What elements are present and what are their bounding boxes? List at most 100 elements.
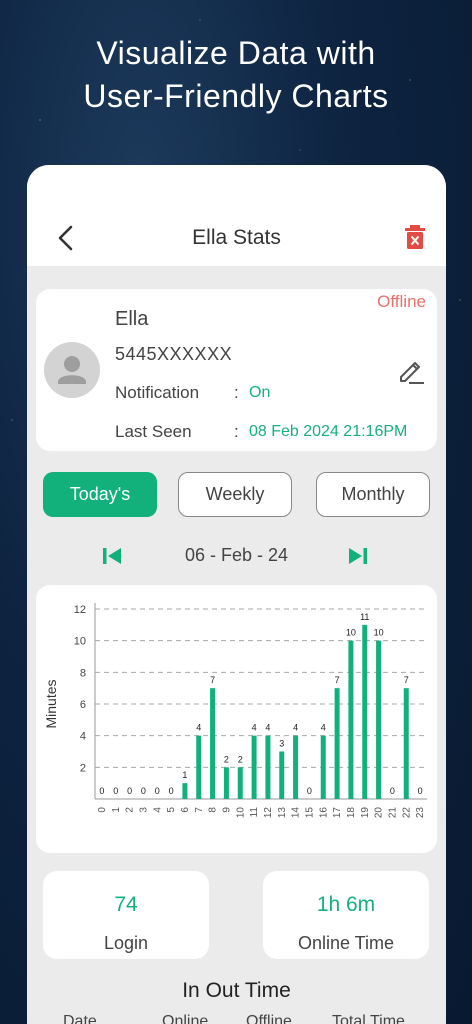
- data-label: 10: [374, 628, 384, 638]
- data-label: 0: [155, 786, 160, 796]
- x-tick-label: 23: [415, 807, 426, 819]
- bar: [223, 767, 229, 799]
- data-label: 7: [404, 675, 409, 685]
- in-out-time-title: In Out Time: [182, 979, 291, 1002]
- login-count: 74: [114, 893, 138, 916]
- app-screen: Ella Stats Offline Ella 5445XXXXXX Notif…: [27, 165, 446, 1024]
- user-placeholder-icon: [58, 356, 86, 384]
- last-page-icon[interactable]: [348, 546, 368, 566]
- headline-line-1: Visualize Data with: [96, 35, 376, 71]
- x-tick-label: 2: [125, 807, 136, 813]
- data-label: 7: [335, 675, 340, 685]
- y-tick-label: 8: [80, 667, 86, 679]
- data-label: 0: [141, 786, 146, 796]
- x-tick-label: 6: [180, 807, 191, 813]
- y-tick-label: 12: [74, 604, 86, 616]
- tab-monthly[interactable]: Monthly: [316, 472, 430, 517]
- data-label: 0: [418, 786, 423, 796]
- bar: [237, 767, 243, 799]
- bar: [320, 735, 326, 799]
- data-label: 3: [279, 739, 284, 749]
- data-label: 4: [196, 723, 201, 733]
- bar: [334, 688, 340, 799]
- data-label: 10: [346, 628, 356, 638]
- edit-pencil-icon[interactable]: [396, 355, 426, 385]
- chart-card: 2 4 6 8 10 12 Minutes 0 0 0 1 0 2 0 3 0 4 0 5 1 6 4 7 7 8 2 9 2 10 4 1…: [36, 585, 437, 853]
- online-time-stat-card: 1h 6m Online Time: [263, 871, 429, 959]
- promo-headline: Visualize Data with User-Friendly Charts: [0, 32, 472, 118]
- col-date: Date: [63, 1013, 97, 1024]
- bar: [279, 751, 285, 799]
- bar: [348, 640, 354, 799]
- bar: [362, 624, 368, 799]
- tab-weekly[interactable]: Weekly: [178, 472, 292, 517]
- x-tick-label: 3: [138, 807, 149, 813]
- data-label: 11: [360, 612, 369, 622]
- x-tick-label: 13: [277, 807, 288, 819]
- x-tick-label: 1: [111, 807, 122, 813]
- last-seen-label: Last Seen: [115, 422, 192, 441]
- x-tick-label: 21: [387, 807, 398, 819]
- notification-label: Notification: [115, 383, 200, 402]
- bar: [196, 735, 202, 799]
- bar: [403, 688, 409, 799]
- col-online: Online: [162, 1013, 209, 1024]
- y-tick-label: 4: [80, 731, 86, 743]
- x-tick-label: 5: [166, 807, 177, 813]
- x-tick-label: 10: [235, 807, 246, 819]
- y-tick-label: 10: [74, 636, 86, 648]
- data-label: 1: [182, 770, 187, 780]
- page-title: Ella Stats: [192, 226, 281, 249]
- last-seen-colon: :: [234, 422, 239, 441]
- x-tick-label: 20: [374, 807, 385, 819]
- notification-value: On: [249, 384, 271, 401]
- x-tick-label: 9: [221, 807, 232, 813]
- last-seen-value: 08 Feb 2024 21:16PM: [249, 423, 408, 440]
- status-badge: Offline: [377, 292, 426, 311]
- x-tick-label: 18: [346, 807, 357, 819]
- tab-todays[interactable]: Today's: [43, 472, 157, 517]
- top-app-bar: Ella Stats: [27, 165, 446, 266]
- data-label: 0: [390, 786, 395, 796]
- x-tick-label: 11: [249, 807, 260, 818]
- bar: [293, 735, 299, 799]
- data-label: 4: [293, 723, 298, 733]
- x-tick-label: 8: [208, 807, 219, 813]
- profile-card: Offline Ella 5445XXXXXX Notification : O…: [36, 289, 437, 451]
- x-tick-label: 7: [194, 807, 205, 813]
- data-label: 0: [169, 786, 174, 796]
- login-label: Login: [103, 933, 149, 953]
- data-label: 0: [99, 786, 104, 796]
- contact-name: Ella: [115, 308, 149, 330]
- data-label: 0: [113, 786, 118, 796]
- data-label: 4: [265, 723, 270, 733]
- bar: [251, 735, 257, 799]
- x-tick-label: 17: [332, 807, 343, 819]
- notification-colon: :: [234, 383, 239, 402]
- bar: [265, 735, 271, 799]
- data-label: 2: [238, 754, 243, 764]
- x-tick-label: 12: [263, 807, 274, 819]
- minutes-bar-chart: 24681012Minutes0001020304051647782921041…: [43, 603, 427, 819]
- col-total-time: Total Time: [332, 1013, 405, 1024]
- bar: [376, 640, 382, 799]
- login-stat-card: 74 Login: [43, 871, 209, 959]
- data-label: 0: [127, 786, 132, 796]
- data-label: 2: [224, 754, 229, 764]
- avatar: [44, 342, 100, 398]
- x-tick-label: 15: [304, 807, 315, 819]
- date-label: 06 - Feb - 24: [184, 545, 289, 565]
- x-tick-label: 22: [401, 807, 412, 819]
- data-label: 4: [321, 723, 326, 733]
- delete-icon[interactable]: [405, 225, 425, 249]
- y-axis-label: Minutes: [43, 679, 59, 728]
- bar: [182, 783, 188, 799]
- x-tick-label: 14: [291, 807, 302, 819]
- y-tick-label: 6: [80, 699, 86, 711]
- data-label: 4: [252, 723, 257, 733]
- data-label: 0: [307, 786, 312, 796]
- online-time-label: Online Time: [297, 933, 395, 953]
- headline-line-2: User-Friendly Charts: [83, 78, 389, 114]
- x-tick-label: 16: [318, 807, 329, 819]
- x-tick-label: 4: [152, 807, 163, 813]
